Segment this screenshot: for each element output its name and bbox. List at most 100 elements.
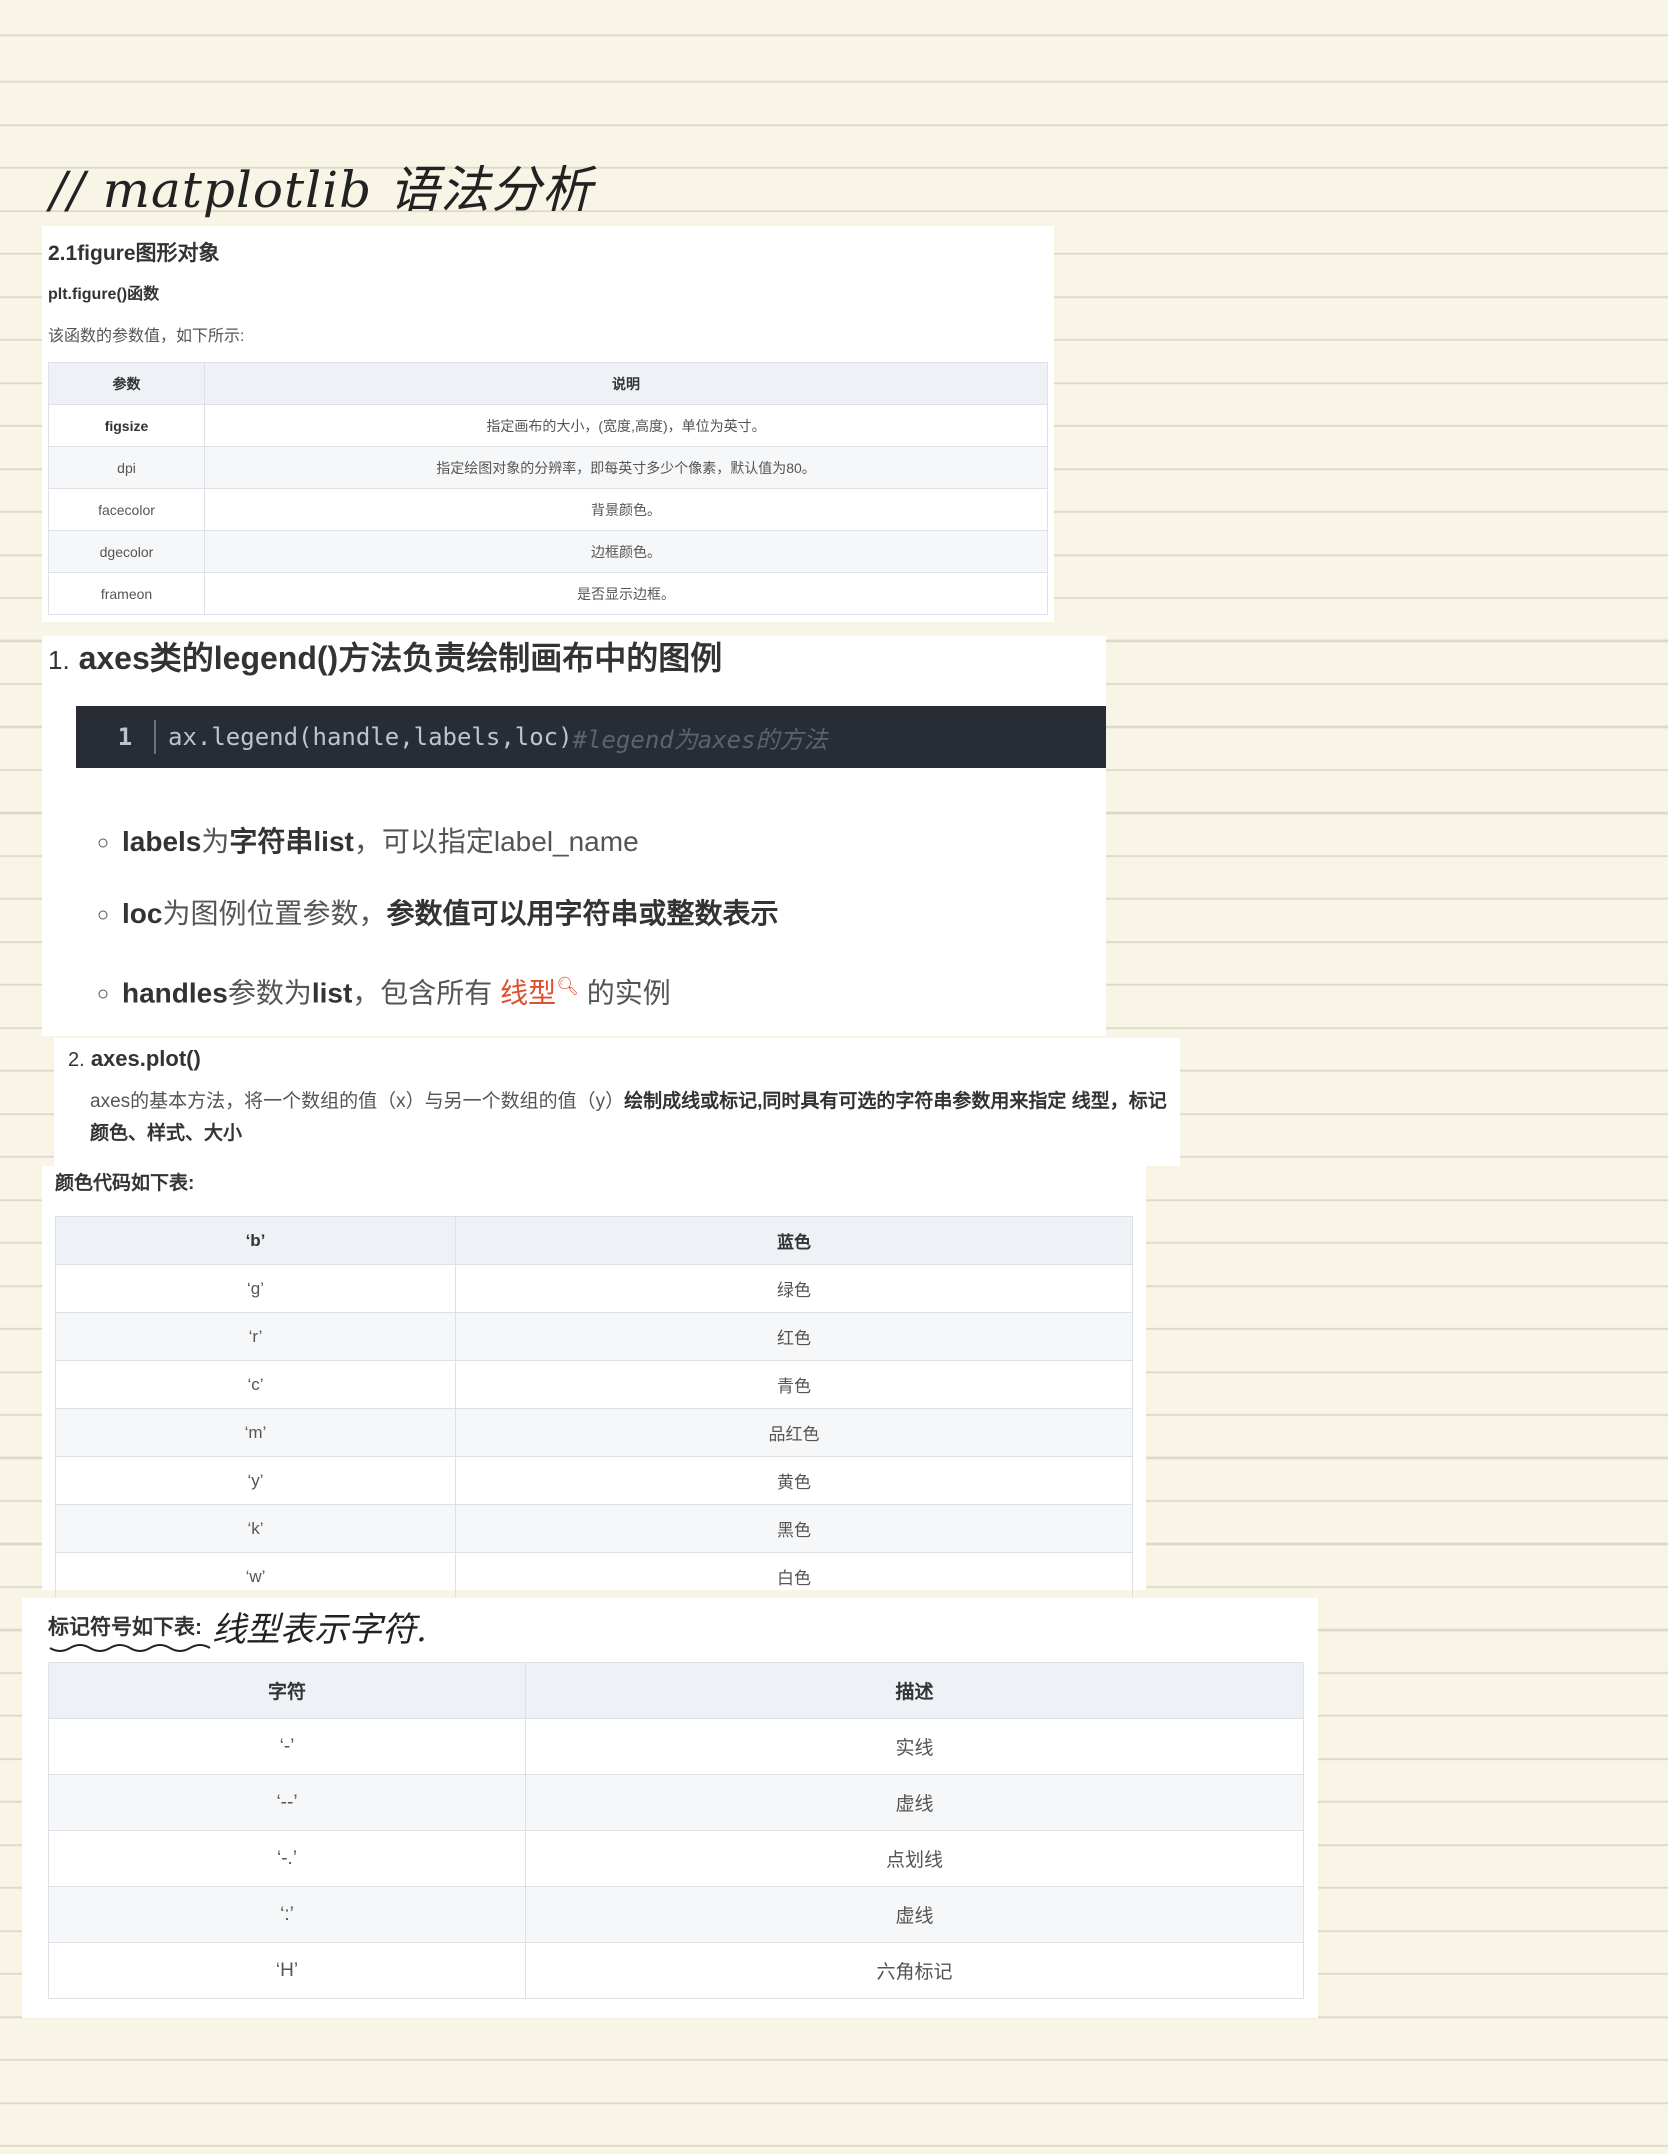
table-cell: 虚线 <box>525 1774 1304 1831</box>
table-cell: 六角标记 <box>525 1942 1304 1999</box>
table-cell: facecolor <box>48 488 205 531</box>
handwritten-title: // matplotlib 语法分析 <box>50 161 593 219</box>
bullet-term: loc <box>122 898 163 929</box>
code-line-number: 1 <box>76 720 156 754</box>
legend-number: 1. <box>48 645 70 675</box>
list-item: labels为字符串list，可以指定label_name <box>122 806 779 878</box>
table-cell: 边框颜色。 <box>204 530 1048 573</box>
table-cell: ‘k’ <box>55 1504 456 1553</box>
legend-title: 1. axes类的legend()方法负责绘制画布中的图例 <box>46 636 1106 680</box>
legend-title-text: axes类的legend()方法负责绘制画布中的图例 <box>78 640 723 676</box>
bullet-term: labels <box>122 826 202 857</box>
table-cell: 黄色 <box>455 1456 1133 1505</box>
search-icon[interactable]: 🔍︎ <box>556 950 579 1022</box>
table-cell: 点划线 <box>525 1830 1304 1887</box>
table-row: ‘-.’ 点划线 <box>48 1830 1304 1887</box>
squiggle-underline <box>49 1644 211 1652</box>
table-row: ‘y’ 黄色 <box>55 1456 1133 1505</box>
table-cell: ‘g’ <box>55 1264 456 1313</box>
table-cell: 虚线 <box>525 1886 1304 1943</box>
plot-section-card: 2. axes.plot() axes的基本方法，将一个数组的值（x）与另一个数… <box>54 1038 1180 1166</box>
plot-number: 2. <box>68 1049 85 1071</box>
figure-heading: 2.1figure图形对象 <box>48 242 220 265</box>
table-row: dpi 指定绘图对象的分辨率，即每英寸多少个像素，默认值为80。 <box>48 446 1048 489</box>
marker-section-card: 标记符号如下表: 线型表示字符. 字符 描述 ‘-’ 实线 ‘--’ 虚线 ‘-.’… <box>22 1598 1318 2018</box>
bullet-term: 字符串list <box>229 826 354 857</box>
table-row: ‘m’ 品红色 <box>55 1408 1133 1457</box>
table-cell: 指定画布的大小，(宽度,高度)，单位为英寸。 <box>204 404 1048 447</box>
table-cell: 红色 <box>455 1312 1133 1361</box>
table-cell: ‘-.’ <box>48 1830 526 1887</box>
table-row: ‘r’ 红色 <box>55 1312 1133 1361</box>
plot-title-text: axes.plot() <box>90 1046 201 1071</box>
legend-section-card: 1. axes类的legend()方法负责绘制画布中的图例 1 ax.legen… <box>42 636 1106 1036</box>
table-cell: ‘w’ <box>55 1552 456 1601</box>
line-style-link[interactable]: 线型 <box>500 977 556 1008</box>
table-cell: frameon <box>48 572 205 615</box>
figure-section-card: 2.1figure图形对象 plt.figure()函数 该函数的参数值，如下所… <box>42 226 1054 622</box>
list-item: handles参数为list，包含所有 线型🔍︎ 的实例 <box>122 950 779 1022</box>
table-cell: ‘m’ <box>55 1408 456 1457</box>
table-cell: 黑色 <box>455 1504 1133 1553</box>
table-header-color: 蓝色 <box>455 1216 1133 1265</box>
bullet-text: ，可以指定label_name <box>353 826 639 857</box>
bullet-text: 为图例位置参数， <box>162 898 387 929</box>
table-row: frameon 是否显示边框。 <box>48 572 1048 615</box>
table-cell: 背景颜色。 <box>204 488 1048 531</box>
bullet-text: ，包含所有 <box>352 977 501 1009</box>
plot-title: 2. axes.plot() <box>68 1042 1180 1076</box>
table-cell: ‘r’ <box>55 1312 456 1361</box>
plot-text-plain: axes的基本方法，将一个数组的值（x）与另一个数组的值（y） <box>90 1091 625 1112</box>
code-block: 1 ax.legend(handle,labels,loc) #legend为ax… <box>76 706 1106 768</box>
table-cell: 指定绘图对象的分辨率，即每英寸多少个像素，默认值为80。 <box>204 446 1048 489</box>
table-cell: dpi <box>48 446 205 489</box>
table-cell: ‘y’ <box>55 1456 456 1505</box>
table-row: ‘-’ 实线 <box>48 1718 1304 1775</box>
color-section-card: 颜色代码如下表: ‘b’ 蓝色 ‘g’ 绿色 ‘r’ 红色 ‘c’ 青色 ‘m’ 品红色… <box>42 1166 1146 1601</box>
plot-description: axes的基本方法，将一个数组的值（x）与另一个数组的值（y）绘制成线或标记,同… <box>68 1086 1180 1150</box>
table-cell: figsize <box>48 404 205 447</box>
bullet-text: 参数为 <box>227 977 312 1009</box>
table-cell: ‘:’ <box>48 1886 526 1943</box>
table-cell: 实线 <box>525 1718 1304 1775</box>
table-row: dgecolor 边框颜色。 <box>48 530 1048 573</box>
table-header-param: 参数 <box>48 362 205 405</box>
figure-params-table: 参数 说明 figsize 指定画布的大小，(宽度,高度)，单位为英寸。 dpi… <box>48 362 1048 615</box>
table-cell: ‘-’ <box>48 1718 526 1775</box>
bullet-term: list <box>311 977 353 1009</box>
code-comment: #legend为axes的方法 <box>572 725 828 754</box>
handwritten-note: 线型表示字符. <box>212 1609 427 1650</box>
bullet-text: 的实例 <box>578 977 671 1009</box>
color-codes-table: ‘b’ 蓝色 ‘g’ 绿色 ‘r’ 红色 ‘c’ 青色 ‘m’ 品红色 ‘y’ 黄色 ‘k… <box>55 1216 1133 1601</box>
table-cell: ‘H’ <box>48 1942 526 1999</box>
table-row: facecolor 背景颜色。 <box>48 488 1048 531</box>
bullet-text: 为 <box>201 826 230 857</box>
marker-symbols-table: 字符 描述 ‘-’ 实线 ‘--’ 虚线 ‘-.’ 点划线 ‘:’ 虚线 ‘H’ 六角标记 <box>48 1662 1304 1999</box>
legend-params-list: labels为字符串list，可以指定label_name loc为图例位置参数… <box>82 806 779 1022</box>
table-header-desc: 描述 <box>525 1662 1304 1719</box>
code-text: ax.legend(handle,labels,loc) <box>168 723 573 751</box>
figure-intro: 该函数的参数值，如下所示: <box>48 328 245 345</box>
table-cell: dgecolor <box>48 530 205 573</box>
table-cell: 白色 <box>455 1552 1133 1601</box>
list-item: loc为图例位置参数，参数值可以用字符串或整数表示 <box>122 878 779 950</box>
table-header-code: ‘b’ <box>55 1216 456 1265</box>
marker-heading: 标记符号如下表: <box>48 1616 202 1639</box>
table-cell: 品红色 <box>455 1408 1133 1457</box>
figure-subheading: plt.figure()函数 <box>48 286 160 303</box>
table-cell: ‘--’ <box>48 1774 526 1831</box>
table-row: figsize 指定画布的大小，(宽度,高度)，单位为英寸。 <box>48 404 1048 447</box>
table-row: ‘:’ 虚线 <box>48 1886 1304 1943</box>
bullet-term: 参数值可以用字符串或整数表示 <box>386 898 779 929</box>
table-row: ‘H’ 六角标记 <box>48 1942 1304 1999</box>
table-header-char: 字符 <box>48 1662 526 1719</box>
table-cell: 绿色 <box>455 1264 1133 1313</box>
table-cell: 青色 <box>455 1360 1133 1409</box>
bullet-term: handles <box>122 977 228 1009</box>
table-row: ‘c’ 青色 <box>55 1360 1133 1409</box>
color-heading: 颜色代码如下表: <box>55 1173 195 1194</box>
table-row: ‘w’ 白色 <box>55 1552 1133 1601</box>
table-row: ‘g’ 绿色 <box>55 1264 1133 1313</box>
table-header-desc: 说明 <box>204 362 1048 405</box>
table-row: ‘--’ 虚线 <box>48 1774 1304 1831</box>
